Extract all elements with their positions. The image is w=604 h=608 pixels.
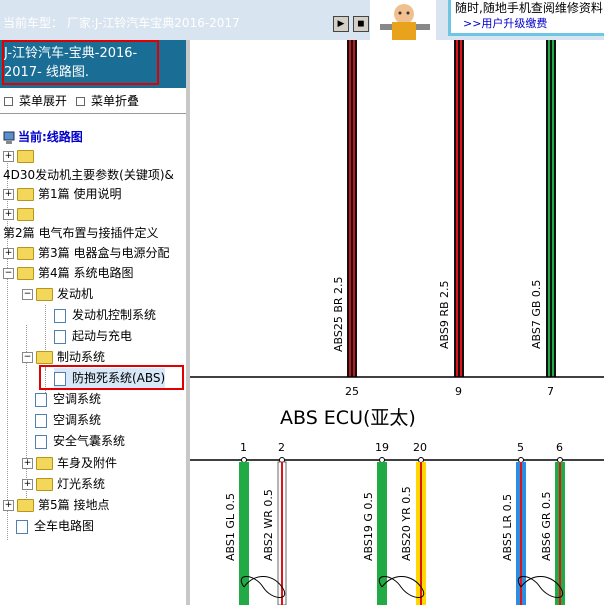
- wire-label: ABS19 G 0.5: [362, 492, 375, 561]
- wire-label: ABS20 YR 0.5: [400, 486, 413, 561]
- tree-item-ac2[interactable]: 空调系统: [35, 410, 101, 430]
- tree-item-airbag[interactable]: 安全气囊系统: [35, 431, 125, 451]
- tree-item-ac1[interactable]: 空调系统: [35, 389, 101, 409]
- tree-item-full-circuit[interactable]: 全车电路图: [16, 516, 94, 536]
- mechanic-promo-icon[interactable]: [370, 0, 436, 40]
- wire-label: ABS5 LR 0.5: [501, 494, 514, 561]
- pin-number: 5: [517, 441, 524, 454]
- menu-expand-button[interactable]: 菜单展开: [4, 92, 67, 109]
- pin-number: 1: [240, 441, 247, 454]
- tree-item-engine-control[interactable]: 发动机控制系统: [54, 305, 156, 325]
- tree-item-start-charge[interactable]: 起动与充电: [54, 326, 132, 346]
- upgrade-link[interactable]: >>用户升级缴费: [463, 15, 547, 31]
- car-type-label: 当前车型： 厂家:J-江铃汽车宝典2016-2017: [3, 16, 240, 30]
- ecu-label: ABS ECU(亚太): [280, 407, 416, 429]
- nav-page-icon[interactable]: ◼: [353, 16, 369, 32]
- pin-number: 9: [455, 385, 462, 398]
- current-location: 当前:线路图: [3, 127, 83, 147]
- pin-number: 20: [413, 441, 427, 454]
- tree-item-chapter4[interactable]: − 第4篇 系统电路图: [3, 263, 133, 283]
- tree-item-folder[interactable]: +: [3, 146, 38, 166]
- tree-item-4d30-params[interactable]: 4D30发动机主要参数(关键项)&: [3, 165, 174, 185]
- title-highlight-box: [2, 40, 159, 85]
- pin-number: 25: [345, 385, 359, 398]
- wiring-diagram: ABS25 BR 2.5 25 ABS9 RB 2.5 9 ABS7 GB 0.…: [190, 40, 604, 606]
- collapse-icon: [76, 97, 85, 106]
- tree-item-chapter1[interactable]: + 第1篇 使用说明: [3, 184, 121, 204]
- menu-collapse-button[interactable]: 菜单折叠: [76, 92, 139, 109]
- banner-line1: 随时,随地手机查阅维修资料: [455, 1, 603, 15]
- tree-item-folder[interactable]: +: [3, 204, 38, 224]
- wire-label: ABS7 GB 0.5: [530, 280, 543, 349]
- wire-label: ABS25 BR 2.5: [332, 276, 345, 352]
- pin-number: 7: [547, 385, 554, 398]
- sidebar: J-江铃汽车-宝典-2016-2017- 线路图. 菜单展开 菜单折叠 当前:线…: [0, 40, 186, 605]
- computer-icon: [3, 131, 15, 144]
- tree-item-brake-system[interactable]: − 制动系统: [22, 347, 105, 367]
- wire-label: ABS1 GL 0.5: [224, 493, 237, 561]
- sidebar-divider: [0, 113, 186, 114]
- tree-item-lighting[interactable]: + 灯光系统: [22, 474, 105, 494]
- upgrade-banner[interactable]: 随时,随地手机查阅维修资料 >>用户升级缴费: [448, 0, 604, 36]
- abs-highlight-box: [39, 365, 184, 390]
- top-bar: 当前车型： 厂家:J-江铃汽车宝典2016-2017 ▶ ◼ 随时,随地手机查阅…: [0, 0, 604, 40]
- wire-label: ABS9 RB 2.5: [438, 280, 451, 349]
- wire-label: ABS6 GR 0.5: [540, 491, 553, 561]
- tree-item-chapter5[interactable]: + 第5篇 接地点: [3, 495, 109, 515]
- pin-number: 6: [556, 441, 563, 454]
- pin-number: 2: [278, 441, 285, 454]
- tree-item-chapter2[interactable]: 第2篇 电气布置与接插件定义: [3, 223, 158, 243]
- nav-forward-icon[interactable]: ▶: [333, 16, 349, 32]
- expand-icon: [4, 97, 13, 106]
- wire-label: ABS2 WR 0.5: [262, 489, 275, 561]
- pin-number: 19: [375, 441, 389, 454]
- tree-item-body[interactable]: + 车身及附件: [22, 453, 117, 473]
- tree-item-chapter3[interactable]: + 第3篇 电器盒与电源分配: [3, 243, 169, 263]
- tree-item-engine[interactable]: − 发动机: [22, 284, 93, 304]
